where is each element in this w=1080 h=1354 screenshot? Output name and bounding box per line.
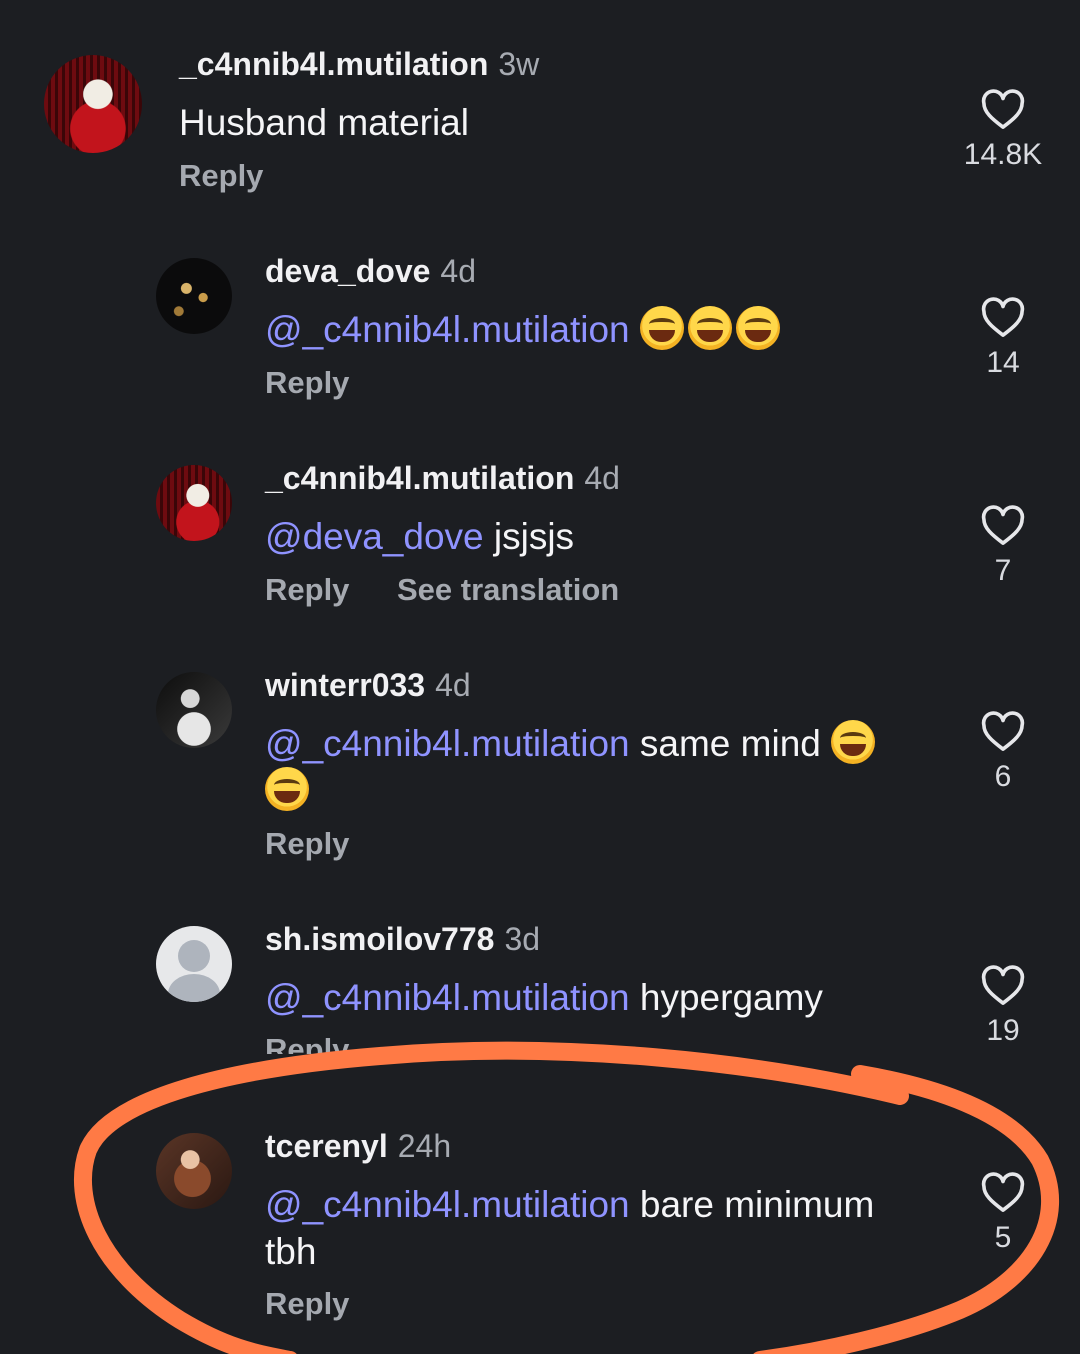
username-text[interactable]: deva_dove [265, 253, 430, 289]
like-count: 6 [994, 760, 1012, 793]
laughing-emoji [831, 720, 876, 764]
threads-at-icon: @ [265, 516, 303, 557]
threads-at-icon: @ [265, 1184, 303, 1225]
comment-username[interactable]: sh.ismoilov778 3d [265, 921, 540, 958]
comment-text: @_c4nnib4l.mutilation bare minimum tbh [265, 1181, 955, 1275]
like-count: 14 [986, 346, 1020, 379]
laughing-emoji [687, 306, 732, 350]
like-button[interactable]: 14 [943, 296, 1063, 380]
comment-text: Husband material [179, 102, 469, 143]
like-count: 14.8K [963, 138, 1043, 171]
comment-username[interactable]: _c4nnib4l.mutilation 4d [265, 460, 620, 497]
reply-button[interactable]: Reply [265, 365, 349, 401]
like-count: 19 [986, 1014, 1020, 1047]
threads-at-icon: @ [265, 977, 303, 1018]
laughing-emoji [735, 306, 780, 350]
laughing-emoji [639, 306, 684, 350]
username-text[interactable]: _c4nnib4l.mutilation [179, 46, 488, 82]
avatar[interactable] [44, 55, 142, 153]
see-translation-button[interactable]: See translation [397, 572, 619, 608]
like-count: 7 [994, 554, 1012, 587]
avatar[interactable] [156, 258, 232, 334]
mention-link[interactable]: @_c4nnib4l.mutilation [265, 723, 630, 764]
reply-button[interactable]: Reply [265, 572, 349, 608]
mention-link[interactable]: @_c4nnib4l.mutilation [265, 309, 630, 350]
reply-button[interactable]: Reply [265, 826, 349, 862]
avatar[interactable] [156, 926, 232, 1002]
avatar[interactable] [156, 672, 232, 748]
username-text[interactable]: winterr033 [265, 667, 425, 703]
avatar[interactable] [156, 465, 232, 541]
comment-text: @deva_dove jsjsjs [265, 513, 574, 560]
heart-icon[interactable] [980, 710, 1026, 752]
threads-at-icon: @ [265, 723, 303, 764]
like-count: 5 [994, 1221, 1012, 1254]
comment-text: @_c4nnib4l.mutilation hypergamy [265, 974, 823, 1021]
comment-username[interactable]: tcerenyl 24h [265, 1128, 451, 1165]
like-button[interactable]: 5 [943, 1171, 1063, 1255]
heart-icon[interactable] [980, 296, 1026, 338]
threads-at-icon: @ [265, 309, 303, 350]
like-button[interactable]: 6 [943, 710, 1063, 794]
mention-link[interactable]: @_c4nnib4l.mutilation [265, 1184, 630, 1225]
comment-username[interactable]: deva_dove 4d [265, 253, 476, 290]
heart-icon[interactable] [980, 88, 1026, 130]
avatar[interactable] [156, 1133, 232, 1209]
like-button[interactable]: 7 [943, 504, 1063, 588]
reply-button[interactable]: Reply [265, 1032, 349, 1054]
default-avatar-head [178, 940, 210, 972]
comment-time: 4d [584, 460, 620, 496]
heart-icon[interactable] [980, 504, 1026, 546]
comment-time: 3w [498, 46, 540, 82]
reply-clip: Reply [265, 1032, 465, 1054]
comment-time: 4d [440, 253, 477, 289]
comment-time: 3d [504, 921, 541, 957]
mention-link[interactable]: @_c4nnib4l.mutilation [265, 977, 630, 1018]
comment-text: @_c4nnib4l.mutilation same mind [265, 720, 945, 814]
like-button[interactable]: 14.8K [943, 88, 1063, 172]
comment-username[interactable]: winterr033 4d [265, 667, 471, 704]
username-text[interactable]: sh.ismoilov778 [265, 921, 494, 957]
reply-button[interactable]: Reply [265, 1286, 349, 1322]
comment-time: 4d [435, 667, 471, 703]
mention-link[interactable]: @deva_dove [265, 516, 484, 557]
username-text[interactable]: _c4nnib4l.mutilation [265, 460, 574, 496]
username-text[interactable]: tcerenyl [265, 1128, 388, 1164]
comment-text: @_c4nnib4l.mutilation [265, 306, 784, 353]
comment-username[interactable]: _c4nnib4l.mutilation 3w [179, 46, 539, 83]
laughing-emoji [265, 767, 309, 811]
heart-icon[interactable] [980, 1171, 1026, 1213]
comment-time: 24h [397, 1128, 452, 1164]
reply-button[interactable]: Reply [179, 158, 263, 194]
like-button[interactable]: 19 [943, 964, 1063, 1048]
heart-icon[interactable] [980, 964, 1026, 1006]
default-avatar-body [168, 974, 220, 1002]
